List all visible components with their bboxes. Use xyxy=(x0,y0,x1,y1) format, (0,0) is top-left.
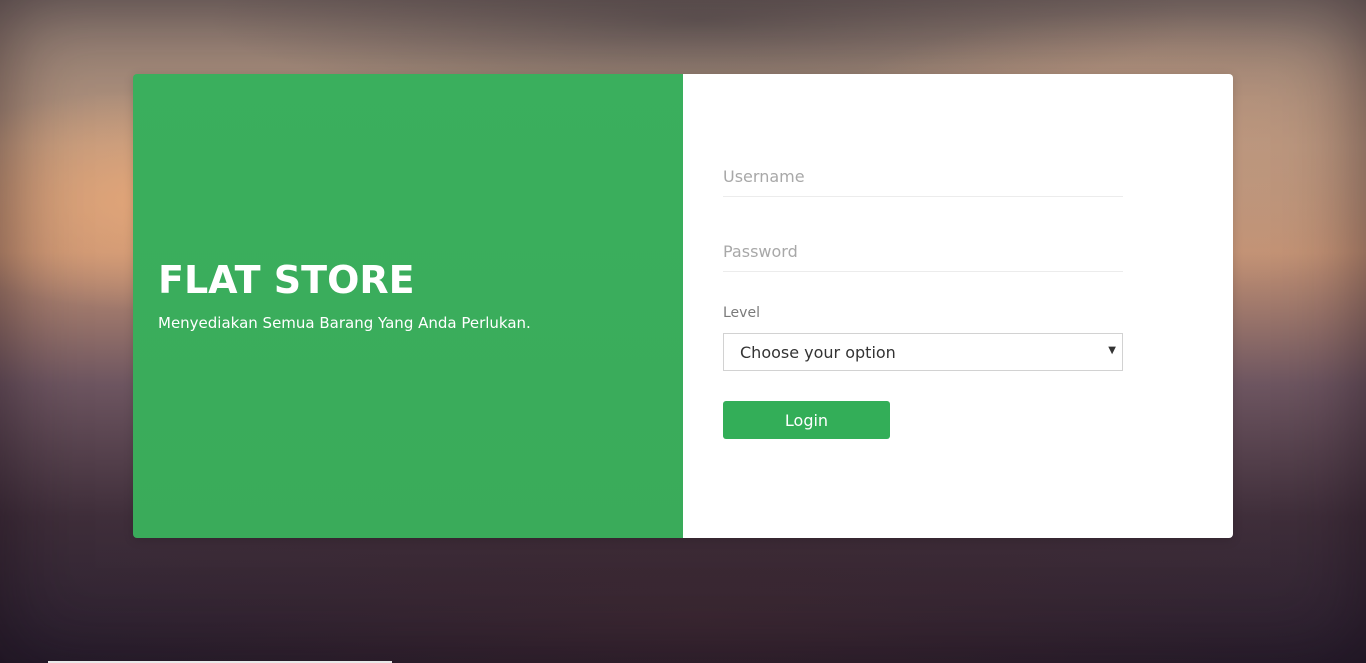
username-field-wrapper xyxy=(723,157,1123,197)
level-select-value: Choose your option xyxy=(740,342,896,362)
chevron-down-icon: ▼ xyxy=(1108,345,1116,356)
level-label: Level xyxy=(723,305,760,321)
password-input[interactable] xyxy=(723,232,1123,272)
password-field-wrapper xyxy=(723,232,1123,272)
brand-title: FLAT STORE xyxy=(158,258,415,302)
login-button[interactable]: Login xyxy=(723,401,890,439)
brand-subtitle: Menyediakan Semua Barang Yang Anda Perlu… xyxy=(158,314,531,332)
login-card: FLAT STORE Menyediakan Semua Barang Yang… xyxy=(133,74,1233,538)
login-form: Level Choose your option ▼ Login xyxy=(683,74,1233,538)
brand-panel: FLAT STORE Menyediakan Semua Barang Yang… xyxy=(133,74,683,538)
username-input[interactable] xyxy=(723,157,1123,197)
level-select[interactable]: Choose your option ▼ xyxy=(723,333,1123,371)
